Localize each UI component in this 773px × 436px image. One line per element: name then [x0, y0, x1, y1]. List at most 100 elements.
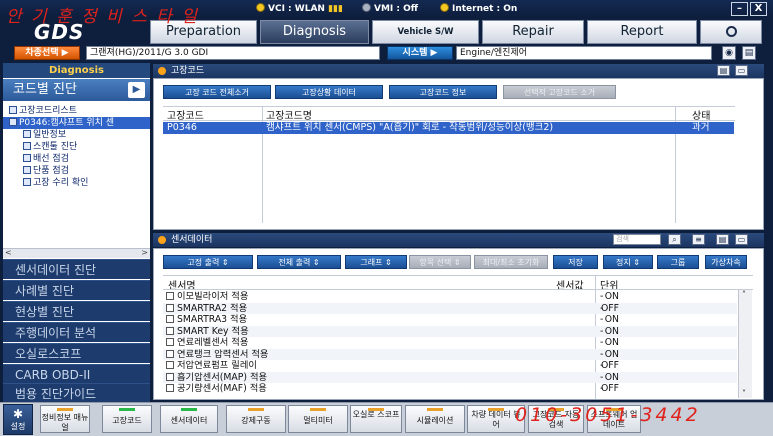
- multimeter-button[interactable]: 멀티미터: [288, 405, 348, 433]
- row-checkbox[interactable]: [166, 361, 174, 369]
- sidebar-horizontal-scrollbar[interactable]: < >: [3, 248, 150, 258]
- table-row[interactable]: SMART Key 적용 ON -: [163, 325, 737, 337]
- sensor-unit: -: [600, 337, 604, 348]
- all-output-label: 전체 출력: [278, 258, 311, 267]
- search-icon[interactable]: ⌕: [668, 234, 681, 245]
- scroll-right-icon[interactable]: >: [141, 248, 148, 257]
- document-icon: [23, 130, 31, 138]
- row-checkbox[interactable]: [166, 349, 174, 358]
- row-checkbox[interactable]: [166, 372, 174, 381]
- fixed-output-button[interactable]: 고정 출력 ⇕: [163, 255, 253, 269]
- signal-bars-icon: ▮▮▮: [328, 4, 343, 14]
- minimize-button[interactable]: –: [731, 2, 748, 16]
- service-manual-button[interactable]: 정비정보 매뉴얼: [40, 405, 90, 433]
- row-checkbox[interactable]: [166, 303, 174, 312]
- scroll-left-icon[interactable]: <: [5, 248, 12, 257]
- settings-button[interactable]: ✱ 설정: [3, 404, 33, 435]
- row-checkbox[interactable]: [166, 326, 174, 335]
- virtual-speed-button[interactable]: 가상차속: [705, 255, 747, 269]
- reset-minmax-button[interactable]: 최대/최소 초기화: [474, 255, 548, 269]
- sensor-vertical-scrollbar[interactable]: ˄ ˅: [738, 290, 752, 398]
- settings-label: 설정: [10, 422, 26, 431]
- menu-symptom-diag[interactable]: 현상별 진단: [3, 301, 150, 321]
- sensor-unit: -: [600, 360, 604, 371]
- tree-label: 일반정보: [33, 130, 67, 140]
- dtc-info-button[interactable]: 고장코드 정보: [389, 85, 497, 99]
- actuation-test-button[interactable]: 강제구동: [226, 405, 286, 433]
- print-icon[interactable]: ▤: [742, 46, 756, 60]
- scroll-up-icon[interactable]: ˄: [742, 290, 746, 299]
- print-icon[interactable]: ▤: [717, 65, 730, 76]
- scroll-down-icon[interactable]: ˅: [742, 389, 746, 398]
- tree-item-wiring[interactable]: 배선 점검: [3, 153, 150, 165]
- dtc-name: 캠샤프트 위치 센서(CMPS) "A(흡기)" 회로 - 작동범위/성능이상(…: [266, 122, 554, 133]
- vehicle-select-button[interactable]: 차종선택 ▶: [14, 46, 80, 60]
- code-diagnosis-button[interactable]: 코드별 진단 ▶: [3, 79, 150, 101]
- sensor-search-input[interactable]: 검색: [613, 234, 661, 245]
- dtc-row-p0346[interactable]: P0346 캠샤프트 위치 센서(CMPS) "A(흡기)" 회로 - 작동범위…: [163, 122, 734, 134]
- tree-item-p0346[interactable]: P0346:캠샤프트 위치 센: [3, 117, 150, 129]
- oscilloscope-button[interactable]: 오실로 스코프: [350, 405, 402, 433]
- tree-item-repair-confirm[interactable]: 고장 수리 확인: [3, 177, 150, 189]
- all-output-button[interactable]: 전체 출력 ⇕: [257, 255, 341, 269]
- play-icon[interactable]: ▶: [128, 82, 145, 98]
- vehicle-field[interactable]: 그랜져(HG)/2011/G 3.0 GDI: [86, 46, 380, 60]
- graph-button[interactable]: 그래프 ⇕: [345, 255, 407, 269]
- dtc-status: 과거: [692, 122, 710, 133]
- menu-sensor-data-diag[interactable]: 센서데이터 진단: [3, 259, 150, 279]
- close-button[interactable]: X: [750, 2, 767, 16]
- tree-item-scantool[interactable]: 스캔툴 진단: [3, 141, 150, 153]
- menu-oscilloscope[interactable]: 오실로스코프: [3, 343, 150, 363]
- row-checkbox[interactable]: [166, 315, 174, 323]
- sensor-value: ON: [604, 337, 619, 348]
- row-checkbox[interactable]: [166, 384, 174, 392]
- menu-case-diag[interactable]: 사례별 진단: [3, 280, 150, 300]
- tree-item-dtc-list[interactable]: 고장코드리스트: [3, 105, 150, 117]
- internet-status-text: Internet : On: [452, 4, 518, 14]
- table-row[interactable]: 연료탱크 압력센서 적용 ON -: [163, 348, 737, 360]
- list-view-icon[interactable]: ≡: [692, 234, 705, 245]
- grid-line: [163, 275, 753, 276]
- table-row[interactable]: 흡기압센서(MAP) 적용 ON -: [163, 371, 737, 383]
- group-button[interactable]: 그룹: [657, 255, 699, 269]
- maximize-icon[interactable]: ▭: [735, 65, 748, 76]
- table-row[interactable]: SMARTRA3 적용 ON -: [163, 314, 737, 326]
- tab-report[interactable]: Report: [587, 20, 697, 44]
- freeze-frame-button[interactable]: 고장상황 데이터: [275, 85, 383, 99]
- simulation-button[interactable]: 시뮬레이션: [405, 405, 465, 433]
- sensor-name: SMART Key 적용: [177, 325, 249, 337]
- maximize-icon[interactable]: ▭: [735, 234, 748, 245]
- menu-generic-guide[interactable]: 범용 진단가이드: [3, 383, 150, 402]
- item-select-button[interactable]: 항목 선택 ⇕: [409, 255, 471, 269]
- print-icon[interactable]: ▤: [716, 234, 729, 245]
- selective-clear-button[interactable]: 선택적 고장코드 소거: [503, 85, 616, 99]
- tree-item-component[interactable]: 단품 점검: [3, 165, 150, 177]
- row-checkbox[interactable]: [166, 338, 174, 346]
- table-row[interactable]: 저압연료펌프 릴레이 OFF -: [163, 360, 737, 372]
- table-row[interactable]: 연료레벨센서 적용 ON -: [163, 337, 737, 349]
- clear-all-dtc-button[interactable]: 고장 코드 전체소거: [163, 85, 271, 99]
- tree-item-general-info[interactable]: 일반정보: [3, 129, 150, 141]
- menu-carb-obd[interactable]: CARB OBD-II: [3, 364, 150, 384]
- save-button[interactable]: 저장: [553, 255, 598, 269]
- vmi-indicator-icon: [362, 3, 371, 12]
- menu-driving-data[interactable]: 주행데이터 분석: [3, 322, 150, 342]
- system-select-button[interactable]: 시스템 ▶: [387, 46, 453, 60]
- sensor-data-button[interactable]: 센서데이터: [160, 405, 218, 433]
- list-icon: [9, 106, 17, 114]
- camera-icon[interactable]: ◉: [722, 46, 736, 60]
- dtc-button[interactable]: 고장코드: [102, 405, 152, 433]
- table-row[interactable]: 이모빌라이저 적용 ON -: [163, 291, 737, 303]
- tab-diagnosis[interactable]: Diagnosis: [260, 20, 369, 44]
- system-field[interactable]: Engine/엔진제어: [456, 46, 712, 60]
- tab-repair[interactable]: Repair: [482, 20, 584, 44]
- row-checkbox[interactable]: [166, 292, 174, 300]
- tab-vehicle-sw-management[interactable]: Vehicle S/W Management: [372, 20, 479, 59]
- stop-button[interactable]: 정지 ⇕: [603, 255, 653, 269]
- button-label: 고장코드: [112, 416, 142, 425]
- item-select-label: 항목 선택: [419, 258, 452, 267]
- table-row[interactable]: SMARTRA2 적용 OFF -: [163, 302, 737, 314]
- table-row[interactable]: 공기량센서(MAF) 적용 OFF -: [163, 383, 737, 397]
- sensor-name: 연료탱크 압력센서 적용: [177, 348, 269, 360]
- search-button[interactable]: [700, 20, 762, 44]
